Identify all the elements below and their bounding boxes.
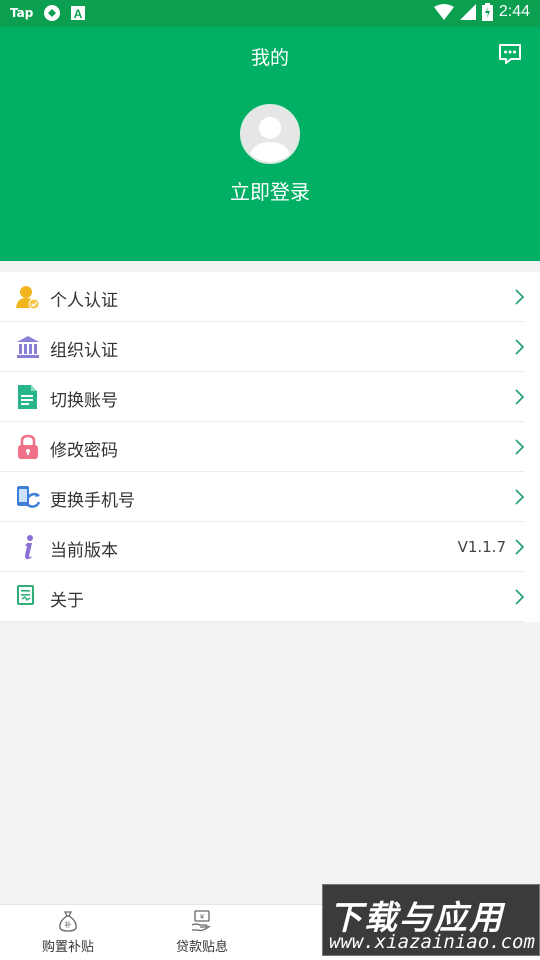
- menu-item-change-phone[interactable]: 更换手机号: [0, 472, 524, 522]
- menu-item-org-auth[interactable]: 组织认证: [0, 322, 524, 372]
- menu-item-change-password[interactable]: 修改密码: [0, 422, 524, 472]
- chevron-right-icon: [515, 289, 524, 305]
- login-link[interactable]: 立即登录: [0, 176, 540, 205]
- signal-icon: [459, 4, 476, 20]
- status-bar: Tap A 2:44: [0, 0, 540, 27]
- version-value: V1.1.7: [457, 538, 506, 556]
- clock: 2:44: [498, 3, 530, 20]
- svg-text:¥: ¥: [200, 913, 205, 921]
- sync-icon: [44, 5, 61, 21]
- menu-item-switch-account[interactable]: 切换账号: [0, 372, 524, 422]
- chevron-right-icon: [515, 489, 524, 505]
- about-doc-icon: [17, 585, 34, 605]
- menu-item-label: 关于: [50, 591, 84, 611]
- tab-label: 贷款贴息: [175, 940, 228, 955]
- svg-text:补: 补: [65, 920, 72, 929]
- bank-building-icon: [17, 336, 39, 358]
- chevron-right-icon: [515, 589, 524, 605]
- chevron-right-icon: [515, 439, 524, 455]
- battery-icon: [481, 3, 493, 21]
- wifi-icon: [433, 4, 454, 20]
- avatar[interactable]: [240, 104, 300, 164]
- chevron-right-icon: [515, 389, 524, 405]
- status-right: 2:44: [433, 3, 530, 21]
- menu-item-about[interactable]: 关于: [0, 572, 524, 622]
- info-icon: [25, 535, 33, 560]
- chevron-right-icon: [515, 539, 524, 555]
- watermark-banner: 下载与应用 www.xiazainiao.com: [322, 884, 540, 956]
- watermark-url: www.xiazainiao.com: [329, 931, 535, 953]
- settings-menu: 个人认证 组织认证 切换账号 修改密码 更换手机号 当前版本 V1.1.7 关于: [0, 272, 540, 622]
- tab-loan[interactable]: ¥ 贷款贴息: [152, 909, 252, 955]
- tab-subsidy[interactable]: 补 购置补贴: [18, 909, 118, 955]
- menu-item-label: 修改密码: [50, 441, 118, 461]
- default-user-icon: [248, 117, 292, 162]
- page-title: 我的: [250, 47, 289, 69]
- status-left: Tap A: [10, 4, 86, 22]
- menu-item-current-version[interactable]: 当前版本 V1.1.7: [0, 522, 524, 572]
- menu-item-label: 组织认证: [50, 341, 118, 361]
- lock-icon: [18, 434, 38, 459]
- user-verified-icon: [16, 286, 40, 310]
- menu-item-label: 当前版本: [50, 541, 118, 561]
- profile-header: 我的 立即登录: [0, 27, 540, 261]
- menu-item-label: 切换账号: [50, 391, 118, 411]
- message-icon[interactable]: [498, 43, 522, 65]
- menu-item-label: 个人认证: [50, 291, 118, 311]
- loan-hand-icon: ¥: [191, 910, 211, 932]
- phone-sync-icon: [17, 486, 40, 508]
- svg-text:A: A: [74, 7, 83, 20]
- tab-label: 购置补贴: [41, 940, 94, 955]
- subsidy-bag-icon: 补: [59, 911, 77, 932]
- document-icon: [18, 385, 37, 409]
- chevron-right-icon: [515, 339, 524, 355]
- text-a-icon: A: [71, 6, 86, 20]
- menu-item-label: 更换手机号: [50, 491, 135, 511]
- menu-item-personal-auth[interactable]: 个人认证: [0, 272, 524, 322]
- carrier-label: Tap: [10, 6, 34, 20]
